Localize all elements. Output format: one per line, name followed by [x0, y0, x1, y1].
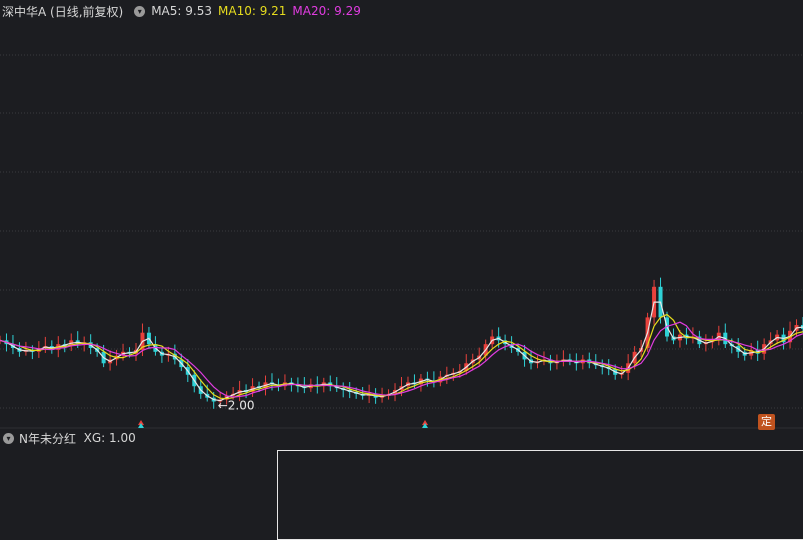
indicator-panel-box	[277, 450, 803, 540]
ma10-label: MA10:	[218, 4, 256, 18]
chart-title: 深中华A (日线,前复权)	[2, 4, 124, 19]
ma10-value: 9.21	[259, 4, 287, 18]
ma5-value: 9.53	[185, 4, 212, 18]
ma10-legend: MA10: 9.21	[218, 4, 286, 18]
indicator-legend: ▾ N年未分红 XG: 1.00	[3, 430, 136, 446]
ma20-value: 9.29	[334, 4, 361, 18]
settings-circle-icon[interactable]: ▾	[134, 5, 146, 17]
indicator-title: N年未分红	[19, 431, 76, 446]
ma5-legend: MA5: 9.53	[151, 4, 212, 18]
min-price-label: ←2.00	[218, 399, 255, 413]
xg-value: 1.00	[109, 431, 136, 445]
chart-legend: 深中华A (日线,前复权) ▾ MA5: 9.53 MA10: 9.21 MA2…	[2, 3, 367, 19]
indicator-toggle-icon[interactable]: ▾	[3, 432, 14, 444]
ma20-label: MA20:	[292, 4, 331, 18]
ma20-legend: MA20: 9.29	[292, 4, 360, 18]
ma5-label: MA5:	[151, 4, 182, 18]
xg-label: XG:	[83, 431, 106, 445]
ding-badge[interactable]: 定	[758, 414, 775, 430]
